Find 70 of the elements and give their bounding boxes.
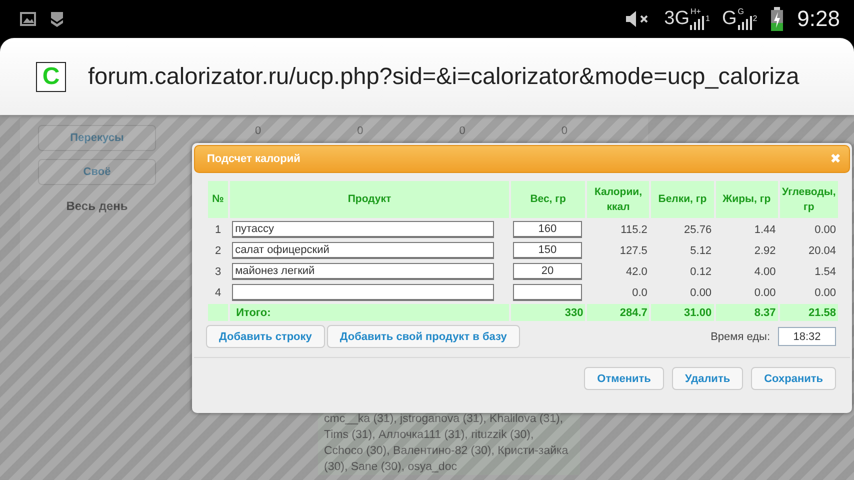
column-header: Жиры, гр bbox=[716, 181, 778, 218]
table-cell-text: 25.76 bbox=[683, 222, 713, 238]
clock-time: 9:28 bbox=[797, 6, 840, 32]
meal-time-label: Время еды: bbox=[710, 330, 770, 342]
dialog-title: Подсчет калорий bbox=[207, 153, 300, 165]
users-list-text: cmc__ka (31), jstroganova (31), Khalilova (31), Tims (31), Аллочка111 (31), rituzzik (30), Cchoco (30), Валентино-82 (30), Кристи-зайка (30), Sane (30), osya_doc bbox=[318, 411, 580, 475]
weight-input[interactable]: 160 bbox=[512, 221, 582, 238]
row-number: 4 bbox=[214, 286, 222, 300]
weight-input[interactable]: 20 bbox=[512, 263, 582, 280]
total-cell: 31.00 bbox=[651, 304, 714, 321]
table-cell-text: 42.0 bbox=[624, 264, 648, 280]
table-cell-text: 0.00 bbox=[753, 286, 777, 300]
value-text: 0 bbox=[255, 125, 262, 137]
mute-icon bbox=[624, 9, 650, 29]
sim-number: 1 bbox=[705, 14, 710, 23]
image-icon bbox=[20, 12, 36, 26]
weight-input[interactable]: 150 bbox=[512, 242, 582, 259]
dialog-action-button[interactable]: Сохранить bbox=[751, 367, 836, 390]
dialog-action-button[interactable]: Удалить bbox=[672, 367, 744, 390]
column-header: № bbox=[208, 181, 228, 218]
meal-time-input[interactable]: 18:32 bbox=[778, 327, 836, 346]
signal-bars-icon bbox=[690, 16, 704, 30]
value-text: 0 bbox=[357, 125, 364, 137]
table-cell-text: 0.12 bbox=[689, 264, 713, 280]
table-cell-text: 0.00 bbox=[814, 286, 837, 300]
table-cell-text: 115.2 bbox=[620, 222, 648, 238]
signal-bars-icon bbox=[738, 16, 752, 30]
network-type-label: H+ bbox=[690, 8, 701, 16]
column-header: Вес, гр bbox=[510, 181, 586, 218]
total-cell: 21.58 bbox=[780, 304, 838, 321]
table-cell-text: 0.00 bbox=[814, 222, 837, 238]
add-button[interactable]: Добавить строку bbox=[206, 325, 325, 348]
total-cell: 8.37 bbox=[716, 304, 778, 321]
weight-input[interactable] bbox=[512, 284, 582, 301]
column-header: Продукт bbox=[230, 181, 509, 218]
value-text: 0 bbox=[459, 125, 466, 137]
table-cell-text: 2.92 bbox=[753, 244, 777, 258]
table-cell-text: 0.00 bbox=[689, 286, 713, 300]
product-input[interactable]: путассу bbox=[232, 221, 494, 238]
battery-charging-icon bbox=[771, 7, 784, 31]
value-text: 0 bbox=[561, 125, 568, 137]
total-cell: 330 bbox=[510, 304, 586, 321]
column-header: Калории, ккал bbox=[587, 181, 650, 218]
row-number: 3 bbox=[214, 264, 222, 280]
column-header: Белки, гр bbox=[651, 181, 714, 218]
table-cell-text: 5.12 bbox=[689, 244, 713, 258]
table-cell-text: 0.0 bbox=[631, 286, 648, 300]
table-cell-text: 4.00 bbox=[753, 264, 777, 280]
product-input[interactable]: майонез легкий bbox=[232, 263, 494, 280]
product-input[interactable]: салат офицерский bbox=[232, 242, 494, 259]
network-label: 3G bbox=[664, 8, 690, 30]
totals-label: Итого: bbox=[230, 304, 509, 321]
table-cell-text: 1.44 bbox=[753, 222, 777, 238]
network-label: G bbox=[722, 8, 737, 30]
shield-icon bbox=[50, 11, 64, 27]
sim-number: 2 bbox=[752, 14, 758, 23]
table-cell-text: 20.04 bbox=[807, 244, 837, 258]
total-cell: 284.7 bbox=[587, 304, 650, 321]
site-favicon: C bbox=[36, 62, 66, 92]
column-header: Углеводы, гр bbox=[780, 181, 838, 218]
row-number: 2 bbox=[214, 244, 222, 258]
url-text[interactable]: forum.calorizator.ru/ucp.php?sid=&i=calorizator&mode=ucp_caloriza bbox=[88, 63, 800, 90]
product-input[interactable] bbox=[232, 284, 494, 301]
table-cell-text: 127.5 bbox=[618, 244, 648, 258]
day-label: Весь день bbox=[65, 198, 129, 213]
dialog-action-button[interactable]: Отменить bbox=[584, 367, 664, 390]
table-cell-text: 1.54 bbox=[814, 264, 837, 280]
add-button[interactable]: Добавить свой продукт в базу bbox=[326, 325, 520, 348]
network-type-label: G bbox=[738, 8, 744, 16]
row-number: 1 bbox=[214, 222, 222, 238]
